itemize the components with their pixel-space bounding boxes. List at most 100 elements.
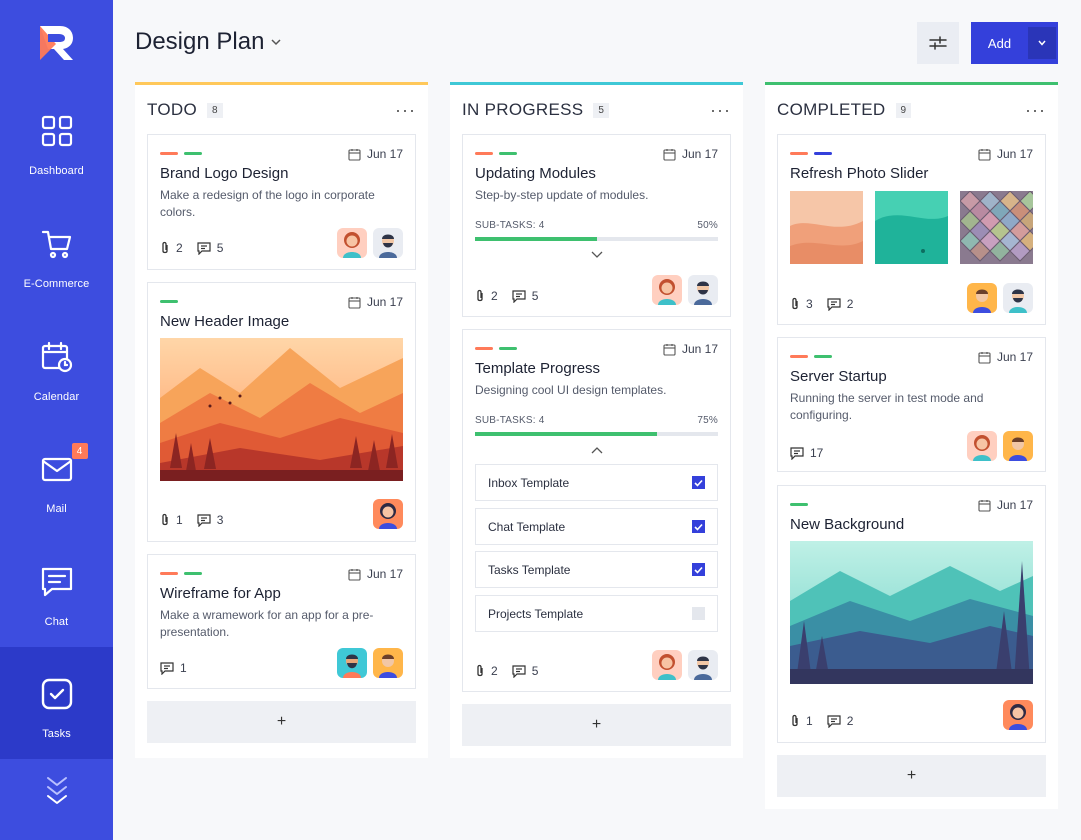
comments-count: 5	[531, 664, 539, 678]
attachments-count: 2	[176, 241, 183, 255]
background-image[interactable]	[790, 541, 1033, 684]
checklist-item[interactable]: Chat Template	[475, 508, 718, 545]
photo-thumbnail-sea[interactable]	[875, 191, 948, 264]
chevron-down-icon[interactable]	[591, 251, 603, 259]
task-card[interactable]: Jun 17 Template Progress Designing cool …	[462, 329, 731, 692]
calendar-icon	[348, 568, 361, 581]
avatar[interactable]	[337, 228, 367, 258]
checkbox[interactable]	[692, 563, 705, 576]
comments[interactable]: 5	[512, 664, 539, 678]
paperclip-icon	[792, 714, 798, 727]
comments[interactable]: 17	[790, 446, 823, 460]
checklist-item[interactable]: Inbox Template	[475, 464, 718, 501]
column-in-progress: IN PROGRESS 5 ··· Jun 17 Updating Module…	[450, 82, 743, 758]
card-title: Wireframe for App	[160, 585, 281, 602]
avatar[interactable]	[967, 283, 997, 313]
comments[interactable]: 2	[827, 297, 854, 311]
comments[interactable]: 3	[197, 513, 224, 527]
sidebar-item-tasks[interactable]: Tasks	[0, 647, 113, 759]
attachments-count: 3	[806, 297, 813, 311]
checklist-item[interactable]: Tasks Template	[475, 551, 718, 588]
progress-label: 75%	[697, 415, 718, 426]
task-card[interactable]: Jun 17 Wireframe for App Make a wramewor…	[147, 554, 416, 689]
checkbox[interactable]	[692, 607, 705, 620]
avatar[interactable]	[967, 431, 997, 461]
avatar[interactable]	[1003, 700, 1033, 730]
task-card[interactable]: Jun 17 Updating Modules Step-by-step upd…	[462, 134, 731, 317]
tag	[184, 572, 202, 575]
comments-count: 3	[216, 513, 224, 527]
paperclip-icon	[162, 513, 168, 526]
checklist-item[interactable]: Projects Template	[475, 595, 718, 632]
card-description: Make a redesign of the logo in corporate…	[160, 188, 375, 219]
due-date: Jun 17	[663, 342, 718, 356]
comments-count: 2	[846, 297, 854, 311]
comments-count: 17	[810, 446, 824, 460]
tags	[790, 503, 808, 506]
add-card-button[interactable]: +	[147, 701, 416, 743]
avatar[interactable]	[373, 648, 403, 678]
task-card[interactable]: Jun 17 Refresh Photo Slider 3 2	[777, 134, 1046, 325]
comments[interactable]: 5	[197, 241, 223, 255]
tag	[814, 152, 832, 155]
add-button[interactable]: Add	[971, 22, 1058, 64]
card-title: Brand Logo Design	[160, 165, 289, 182]
due-date-text: Jun 17	[996, 147, 1033, 161]
page-title[interactable]: Design Plan	[135, 28, 282, 56]
tags	[790, 152, 832, 155]
task-card[interactable]: Jun 17 Server Startup Running the server…	[777, 337, 1046, 472]
photo-thumbnail-tiles[interactable]	[960, 191, 1033, 264]
comment-icon	[197, 241, 211, 255]
sidebar-item-calendar[interactable]: Calendar	[0, 340, 113, 452]
comments[interactable]: 1	[160, 661, 187, 675]
avatar[interactable]	[688, 275, 718, 305]
task-card[interactable]: Jun 17 Brand Logo Design Make a redesign…	[147, 134, 416, 270]
header-image[interactable]	[160, 338, 403, 481]
checkbox[interactable]	[692, 476, 705, 489]
avatar[interactable]	[688, 650, 718, 680]
sidebar-item-dashboard[interactable]: Dashboard	[0, 114, 113, 226]
column-todo: TODO 8 ··· Jun 17 Brand Logo Design Make…	[135, 82, 428, 758]
avatar[interactable]	[373, 499, 403, 529]
sidebar-item-mail[interactable]: 4 Mail	[0, 443, 113, 564]
sidebar-item-e-commerce[interactable]: E-Commerce	[0, 227, 113, 339]
attachments[interactable]: 2	[475, 664, 498, 678]
paperclip-icon	[477, 664, 483, 677]
chevrons-down-icon[interactable]	[40, 774, 74, 810]
tags	[160, 152, 202, 155]
more-icon[interactable]: ···	[395, 101, 416, 119]
attachments[interactable]: 2	[160, 241, 183, 255]
attachments[interactable]: 3	[790, 297, 813, 311]
chevron-up-icon[interactable]	[591, 446, 603, 454]
app-logo[interactable]	[36, 24, 76, 62]
tag	[790, 152, 808, 155]
attachments[interactable]: 1	[790, 714, 813, 728]
avatar[interactable]	[373, 228, 403, 258]
task-card[interactable]: Jun 17 New Background 1 2	[777, 485, 1046, 743]
add-dropdown-toggle[interactable]	[1028, 27, 1056, 59]
progress-label: 50%	[697, 220, 718, 231]
more-icon[interactable]: ···	[1025, 101, 1046, 119]
tag	[814, 355, 832, 358]
add-card-button[interactable]: +	[777, 755, 1046, 797]
column-completed: COMPLETED 9 ··· Jun 17 Refresh Photo Sli…	[765, 82, 1058, 809]
avatar[interactable]	[652, 275, 682, 305]
avatar[interactable]	[337, 648, 367, 678]
photo-thumbnail-desert[interactable]	[790, 191, 863, 264]
filter-button[interactable]	[917, 22, 959, 64]
chevron-down-icon	[1038, 40, 1046, 46]
checkbox[interactable]	[692, 520, 705, 533]
more-icon[interactable]: ···	[710, 101, 731, 119]
task-card[interactable]: Jun 17 New Header Image 1 3	[147, 282, 416, 542]
attachments[interactable]: 2	[475, 289, 498, 303]
grid-icon	[41, 115, 72, 147]
mail-icon-wrap: 4	[40, 443, 88, 486]
sidebar-item-label: E-Commerce	[23, 278, 90, 290]
attachments[interactable]: 1	[160, 513, 183, 527]
avatar[interactable]	[1003, 283, 1033, 313]
avatar[interactable]	[652, 650, 682, 680]
add-card-button[interactable]: +	[462, 704, 731, 746]
comments[interactable]: 5	[512, 289, 538, 303]
avatar[interactable]	[1003, 431, 1033, 461]
comments[interactable]: 2	[827, 714, 853, 728]
